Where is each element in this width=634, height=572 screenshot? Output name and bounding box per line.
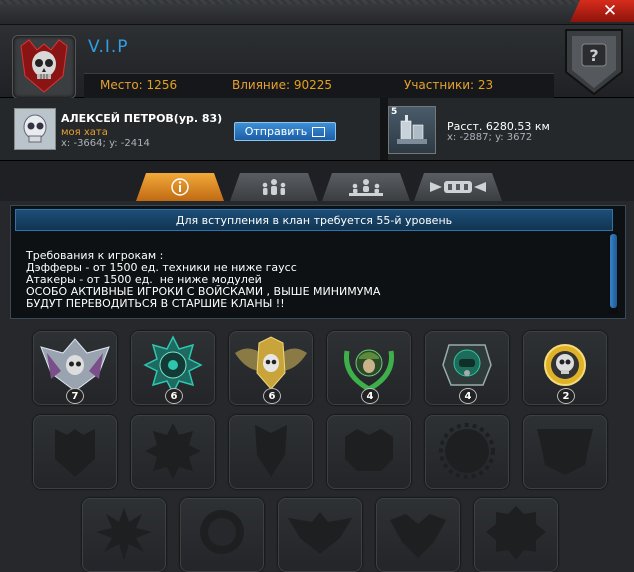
scrollbar-thumb[interactable]: [610, 234, 617, 308]
achievement-slot[interactable]: 6: [229, 331, 313, 405]
place-label: Место:: [100, 78, 143, 92]
info-icon: [170, 177, 190, 197]
achievement-count: 7: [66, 388, 84, 404]
influence-stat: Влияние: 90225: [232, 78, 332, 92]
locked-wings-icon: [288, 512, 352, 554]
locked-shield-icon: [55, 429, 95, 477]
locked-achievement-slot[interactable]: [180, 498, 264, 572]
achievement-slot[interactable]: 4: [327, 331, 411, 405]
achievement-slot[interactable]: 2: [523, 331, 607, 405]
members-stat: Участники: 23: [404, 78, 493, 92]
achievement-count: 4: [459, 388, 477, 404]
player-name: АЛЕКСЕЙ ПЕТРОВ(ур. 83): [61, 112, 223, 125]
player-row: АЛЕКСЕЙ ПЕТРОВ(ур. 83) моя хата x: -3664…: [0, 98, 634, 161]
tab-info[interactable]: [136, 173, 224, 201]
tab-emblems[interactable]: [414, 173, 502, 201]
achievement-count: 6: [263, 388, 281, 404]
tab-ranks[interactable]: [322, 173, 410, 201]
locked-achievement-slot[interactable]: [82, 498, 166, 572]
player-status: моя хата: [61, 127, 108, 138]
place-value: 1256: [146, 78, 178, 92]
send-message-button[interactable]: Отправить: [234, 122, 336, 141]
player-avatar[interactable]: [14, 108, 56, 150]
locked-achievement-slot[interactable]: [327, 415, 411, 489]
locked-wreath-icon: [200, 510, 244, 554]
clan-header: V.I.P Место: 1256 Влияние: 90225 Участни…: [0, 25, 634, 99]
locked-achievement-slot[interactable]: [33, 415, 117, 489]
achievement-count: 2: [557, 388, 575, 404]
envelope-icon: [312, 126, 326, 137]
members-value: 23: [477, 78, 494, 92]
locked-achievement-slot[interactable]: [523, 415, 607, 489]
locked-cog-icon: [486, 506, 546, 560]
clan-name: V.I.P: [88, 37, 129, 57]
influence-value: 90225: [293, 78, 333, 92]
locked-achievement-slot[interactable]: [278, 498, 362, 572]
locked-crest-icon: [255, 425, 287, 477]
requirements-title: Для вступления в клан требуется 55-й уро…: [15, 209, 613, 231]
locked-sun-icon: [439, 423, 495, 479]
question-icon: ?: [565, 29, 623, 96]
locked-eagle-icon: [390, 514, 446, 558]
svg-text:?: ?: [589, 46, 598, 65]
tab-members[interactable]: [230, 173, 318, 201]
locked-burst-icon: [96, 508, 152, 560]
close-button[interactable]: ✕: [570, 0, 634, 22]
ranks-icon: [346, 178, 386, 196]
clan-stats-bar: Место: 1256 Влияние: 90225 Участники: 23: [84, 73, 554, 98]
player-coords: x: -3664; y: -2414: [61, 138, 150, 149]
influence-label: Влияние:: [232, 78, 290, 92]
place-stat: Место: 1256: [100, 78, 177, 92]
achievement-count: 4: [361, 388, 379, 404]
row-divider: [380, 98, 388, 160]
requirements-box: Для вступления в клан требуется 55-й уро…: [10, 205, 626, 319]
base-level: 5: [391, 107, 398, 117]
members-label: Участники:: [404, 78, 475, 92]
emblems-icon: [428, 178, 488, 196]
locked-achievement-slot[interactable]: [425, 415, 509, 489]
send-label: Отправить: [244, 125, 308, 138]
locked-achievement-slot[interactable]: [474, 498, 558, 572]
base-thumbnail[interactable]: 5: [388, 106, 436, 154]
locked-achievement-slot[interactable]: [229, 415, 313, 489]
members-icon: [259, 178, 289, 196]
locked-banner-icon: [537, 429, 593, 475]
locked-round-badge-icon: [345, 429, 393, 471]
clan-emblem: [12, 35, 76, 99]
skull-emblem-icon: [20, 39, 68, 93]
tab-bar: [0, 161, 634, 201]
locked-star-icon: [145, 423, 201, 479]
requirements-scrollbar[interactable]: [609, 232, 618, 314]
help-button[interactable]: ?: [562, 28, 626, 98]
close-icon: ✕: [602, 0, 618, 21]
skull-avatar-icon: [15, 109, 55, 149]
achievement-count: 6: [165, 388, 183, 404]
locked-achievement-slot[interactable]: [131, 415, 215, 489]
clan-info-panel: Для вступления в клан требуется 55-й уро…: [0, 201, 634, 572]
achievement-slot[interactable]: 4: [425, 331, 509, 405]
achievement-slot[interactable]: 7: [33, 331, 117, 405]
achievement-slot[interactable]: 6: [131, 331, 215, 405]
window-top-bar: ✕: [0, 0, 634, 25]
base-coords: x: -2887; y: 3672: [447, 132, 533, 143]
requirements-text: Требования к игрокам : Дэфферы - от 1500…: [26, 249, 381, 310]
locked-achievement-slot[interactable]: [376, 498, 460, 572]
